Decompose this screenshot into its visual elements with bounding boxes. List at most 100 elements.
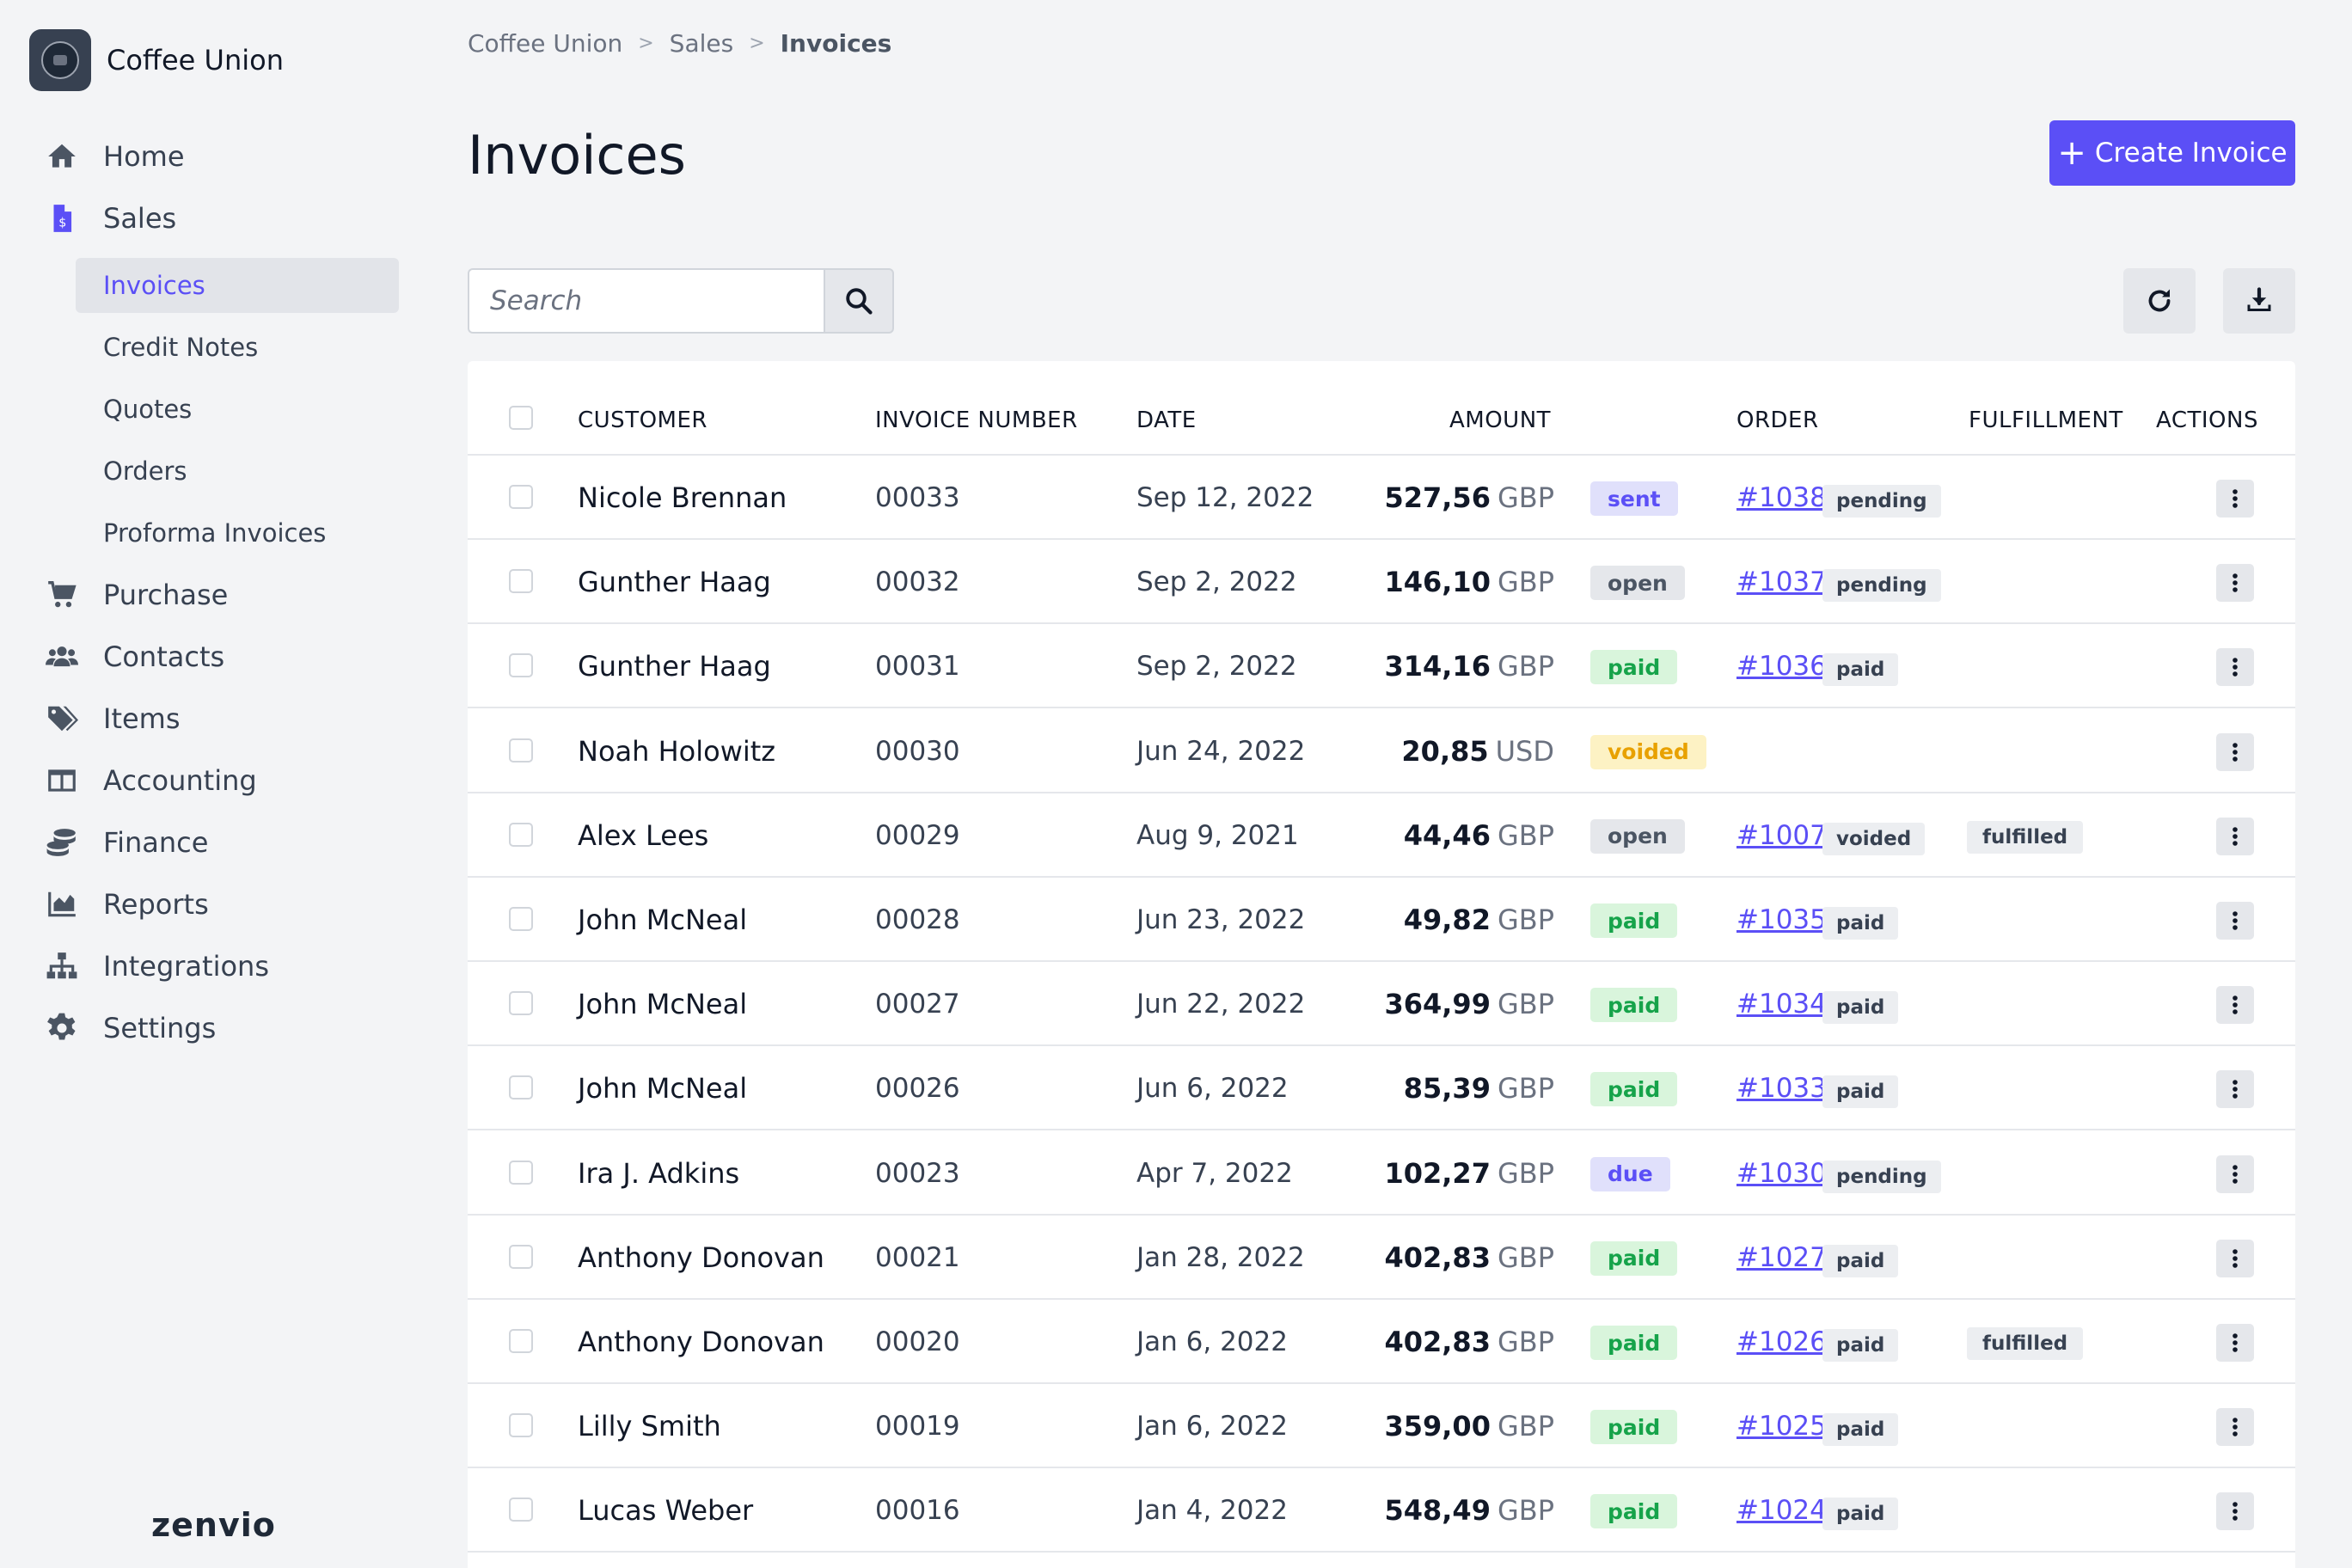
row-checkbox[interactable] xyxy=(509,822,533,847)
row-checkbox[interactable] xyxy=(509,907,533,931)
sidebar-item-orders[interactable]: Orders xyxy=(76,444,399,499)
row-checkbox[interactable] xyxy=(509,653,533,678)
order-link[interactable]: #1034 xyxy=(1736,962,1827,1046)
row-checkbox[interactable] xyxy=(509,1244,533,1269)
row-actions-button[interactable] xyxy=(2216,1324,2254,1362)
sidebar-item-invoices[interactable]: Invoices xyxy=(76,258,399,313)
row-checkbox[interactable] xyxy=(509,1329,533,1353)
row-checkbox[interactable] xyxy=(509,738,533,763)
order-link[interactable]: #1036 xyxy=(1736,624,1827,708)
order-link[interactable]: #1007 xyxy=(1736,793,1827,878)
search-bar xyxy=(468,268,894,334)
table-row[interactable]: John McNeal 00028 Jun 23, 2022 49,82 GBP paid… xyxy=(468,878,2295,962)
order-link[interactable]: #1024 xyxy=(1736,1468,1827,1553)
table-row[interactable]: Alex Lees 00029 Aug 9, 2021 44,46 GBP open #10… xyxy=(468,793,2295,878)
row-actions-button[interactable] xyxy=(2216,902,2254,940)
row-actions-button[interactable] xyxy=(2216,480,2254,518)
nav-item-settings[interactable]: Settings xyxy=(43,1002,216,1054)
row-actions-button[interactable] xyxy=(2216,1155,2254,1193)
nav-item-accounting[interactable]: Accounting xyxy=(43,755,257,806)
amount-currency: GBP xyxy=(1497,1072,1554,1106)
nav-item-contacts[interactable]: Contacts xyxy=(43,631,224,683)
nav-item-sales[interactable]: $ Sales xyxy=(43,193,176,244)
brand[interactable]: Coffee Union xyxy=(29,29,284,91)
breadcrumb-item[interactable]: Coffee Union xyxy=(468,29,622,58)
table-row[interactable]: John McNeal 00027 Jun 22, 2022 364,99 GBP pai… xyxy=(468,962,2295,1047)
table-row[interactable]: Nicole Brennan 00033 Sep 12, 2022 527,56 GBP… xyxy=(468,456,2295,540)
table-row[interactable]: Noah Holowitz 00030 Jun 24, 2022 20,85 USD vo… xyxy=(468,709,2295,793)
row-actions-button[interactable] xyxy=(2216,986,2254,1025)
sidebar-item-proforma-invoices[interactable]: Proforma Invoices xyxy=(76,505,399,560)
table-row[interactable]: John McNeal 00026 Jun 6, 2022 85,39 GBP paid #… xyxy=(468,1046,2295,1131)
row-checkbox[interactable] xyxy=(509,991,533,1016)
table-row[interactable]: Lilly Smith 00019 Jan 6, 2022 359,00 GBP paid… xyxy=(468,1384,2295,1469)
row-actions-button[interactable] xyxy=(2216,1070,2254,1109)
customer-name[interactable]: John McNeal xyxy=(578,878,747,962)
sidebar-item-credit-notes[interactable]: Credit Notes xyxy=(76,320,399,375)
customer-name[interactable]: Alex Lees xyxy=(578,793,708,878)
row-checkbox[interactable] xyxy=(509,569,533,594)
nav-item-integrations[interactable]: Integrations xyxy=(43,940,269,992)
invoice-date: Sep 2, 2022 xyxy=(1136,567,1297,598)
row-checkbox[interactable] xyxy=(509,1160,533,1185)
row-checkbox[interactable] xyxy=(509,485,533,509)
order-link[interactable]: #1030 xyxy=(1736,1131,1827,1216)
column-header-invoice-number[interactable]: INVOICE NUMBER xyxy=(875,407,1078,433)
customer-name[interactable]: Anthony Donovan xyxy=(578,1216,824,1300)
select-all-checkbox[interactable] xyxy=(509,406,533,430)
column-header-customer[interactable]: CUSTOMER xyxy=(578,407,707,433)
kebab-menu-icon xyxy=(2233,658,2238,677)
nav-item-finance[interactable]: Finance xyxy=(43,817,208,868)
customer-name[interactable]: Lucas Weber xyxy=(578,1468,753,1553)
row-actions-button[interactable] xyxy=(2216,1239,2254,1277)
refresh-button[interactable] xyxy=(2123,268,2196,334)
nav-item-home[interactable]: Home xyxy=(43,131,185,182)
order-link[interactable]: #1025 xyxy=(1736,1384,1827,1468)
customer-name[interactable]: Lilly Smith xyxy=(578,1384,721,1468)
customer-name[interactable]: John McNeal xyxy=(578,1046,747,1130)
customer-name[interactable]: Gunther Haag xyxy=(578,540,771,624)
customer-name[interactable]: Gunther Haag xyxy=(578,624,771,708)
nav-item-purchase[interactable]: Purchase xyxy=(43,569,228,621)
row-actions-button[interactable] xyxy=(2216,1408,2254,1447)
row-actions-button[interactable] xyxy=(2216,1492,2254,1531)
row-actions-button[interactable] xyxy=(2216,817,2254,855)
customer-name[interactable]: Ira J. Adkins xyxy=(578,1131,739,1216)
customer-name[interactable]: John McNeal xyxy=(578,962,747,1046)
table-row[interactable]: Gunther Haag 00032 Sep 2, 2022 146,10 GBP ope… xyxy=(468,540,2295,625)
order-link[interactable]: #1026 xyxy=(1736,1300,1827,1384)
invoice-amount: 49,82 GBP xyxy=(1404,878,1554,962)
column-header-order[interactable]: ORDER xyxy=(1736,407,1819,433)
order-link[interactable]: #1027 xyxy=(1736,1216,1827,1300)
row-checkbox[interactable] xyxy=(509,1075,533,1100)
table-row[interactable]: Gunther Haag 00031 Sep 2, 2022 314,16 GBP pai… xyxy=(468,624,2295,709)
row-actions-button[interactable] xyxy=(2216,648,2254,687)
table-row[interactable]: Lucas Weber 00016 Jan 4, 2022 548,49 GBP paid… xyxy=(468,1468,2295,1553)
order-link[interactable]: #1038 xyxy=(1736,456,1827,540)
nav-item-reports[interactable]: Reports xyxy=(43,879,209,930)
order-link[interactable]: #1035 xyxy=(1736,878,1827,962)
row-actions-button[interactable] xyxy=(2216,564,2254,603)
row-checkbox[interactable] xyxy=(509,1413,533,1438)
order-link[interactable]: #1037 xyxy=(1736,540,1827,624)
table-row[interactable]: Anthony Donovan 00021 Jan 28, 2022 402,83 GB… xyxy=(468,1216,2295,1300)
search-input[interactable] xyxy=(468,268,824,334)
invoice-number: 00020 xyxy=(875,1326,960,1357)
download-button[interactable] xyxy=(2223,268,2295,334)
search-button[interactable] xyxy=(824,268,894,334)
customer-name[interactable]: Noah Holowitz xyxy=(578,709,775,793)
table-row[interactable]: Ira J. Adkins 00023 Apr 7, 2022 102,27 GBP du… xyxy=(468,1131,2295,1216)
customer-name[interactable]: Anthony Donovan xyxy=(578,1300,824,1384)
create-invoice-button[interactable]: + Create Invoice xyxy=(2049,120,2295,186)
column-header-fulfillment[interactable]: FULFILLMENT xyxy=(1969,407,2123,433)
row-checkbox[interactable] xyxy=(509,1498,533,1522)
column-header-amount[interactable]: AMOUNT xyxy=(1449,407,1551,433)
breadcrumb-item[interactable]: Sales xyxy=(670,29,734,58)
table-row[interactable]: Anthony Donovan 00020 Jan 6, 2022 402,83 GBP… xyxy=(468,1300,2295,1384)
customer-name[interactable]: Nicole Brennan xyxy=(578,456,787,540)
column-header-date[interactable]: DATE xyxy=(1136,407,1197,433)
nav-item-items[interactable]: Items xyxy=(43,693,181,744)
order-link[interactable]: #1033 xyxy=(1736,1046,1827,1130)
sidebar-item-quotes[interactable]: Quotes xyxy=(76,382,399,437)
row-actions-button[interactable] xyxy=(2216,732,2254,771)
